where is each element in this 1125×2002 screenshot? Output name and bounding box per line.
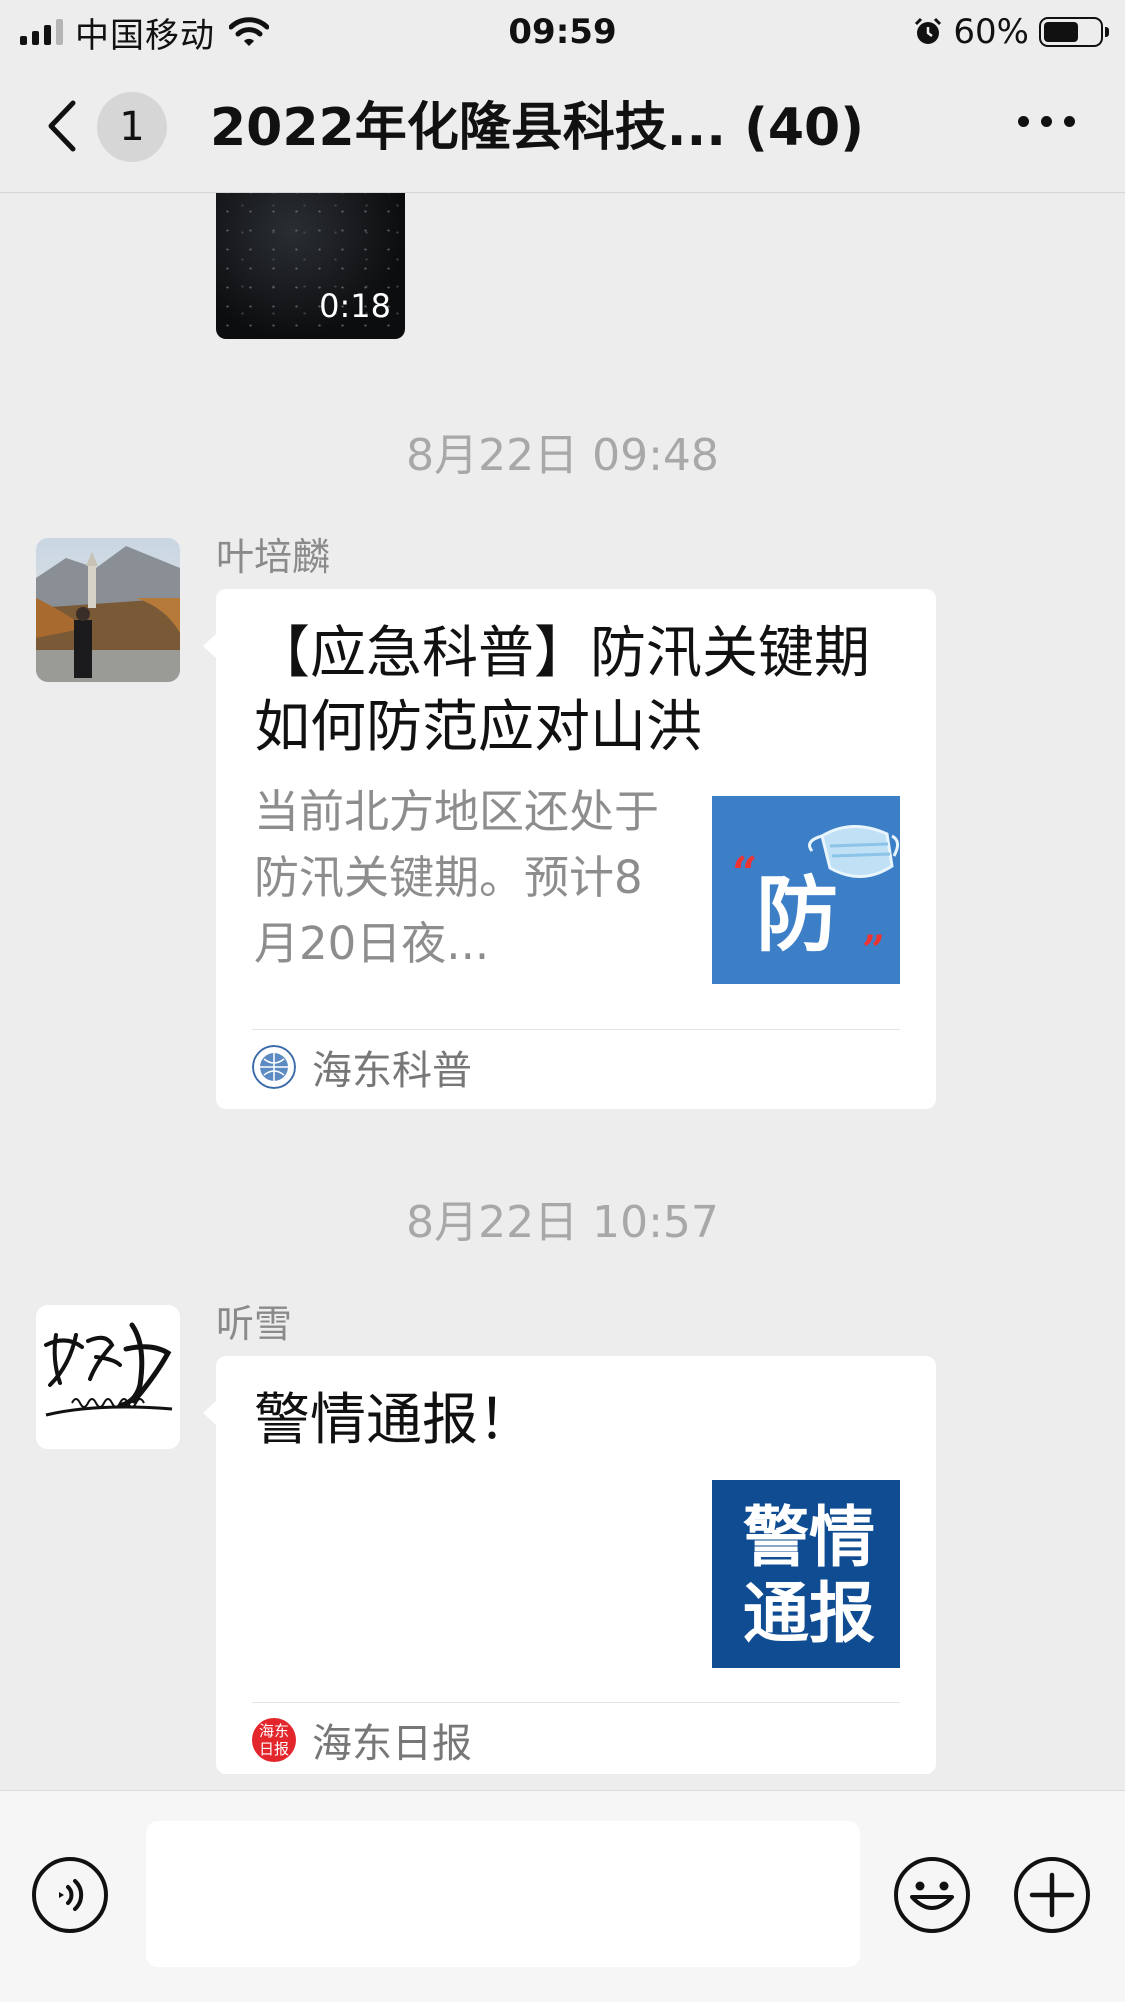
article-source: 海东日报 海东日报 (252, 1710, 472, 1770)
chat-message-list[interactable]: 0:18 8月22日 09:48 叶培麟 【应急科普】防汛关键期如何防范应对山洪… (0, 193, 1125, 1790)
source-logo-icon: 海东日报 (252, 1718, 296, 1762)
plus-button[interactable] (1014, 1857, 1090, 1933)
signal-icon (20, 19, 63, 45)
source-logo-icon (252, 1045, 296, 1089)
article-description: 当前北方地区还处于防汛关键期。预计8月20日夜... (254, 785, 660, 970)
wifi-icon (229, 17, 269, 46)
carrier-name: 中国移动 (75, 15, 215, 56)
alarm-icon (915, 17, 942, 44)
article-card[interactable]: 警情通报！ 警情 通报 海东日报 海东日报 (203, 1356, 936, 1774)
source-name: 海东日报 (312, 1721, 472, 1767)
battery-percent: 60% (953, 12, 1029, 52)
message-timestamp: 8月22日 10:57 (406, 1197, 719, 1248)
article-source: 海东科普 (252, 1037, 472, 1097)
video-duration: 0:18 (319, 287, 391, 325)
card-divider (252, 1702, 900, 1703)
more-dots-icon (1018, 116, 1029, 127)
article-thumbnail: “ ” 防 (712, 796, 900, 984)
more-button[interactable] (1018, 116, 1075, 127)
article-title: 【应急科普】防汛关键期如何防范应对山洪 (254, 621, 870, 760)
chevron-left-icon (48, 100, 76, 152)
battery-level (1044, 22, 1078, 42)
input-bar (0, 1790, 1125, 2002)
avatar[interactable] (36, 1305, 180, 1449)
source-name: 海东科普 (312, 1048, 472, 1094)
emoji-button[interactable] (894, 1857, 970, 1933)
source-logo-text: 海东日报 (258, 1722, 289, 1758)
message-input[interactable] (146, 1821, 860, 1967)
thumbnail-text: 防 (756, 868, 839, 963)
battery-icon (1039, 17, 1109, 47)
chat-title: 2022年化隆县科技... (40) (210, 98, 864, 158)
video-message[interactable]: 0:18 (216, 193, 405, 339)
status-bar: 中国移动 09:59 60% (0, 0, 1125, 64)
plus-icon (1029, 1872, 1075, 1918)
sender-name: 听雪 (216, 1302, 293, 1346)
card-divider (252, 1029, 900, 1030)
unread-count-badge[interactable]: 1 (97, 92, 167, 162)
back-button[interactable] (40, 94, 84, 158)
svg-text:”: ” (862, 927, 885, 974)
voice-icon (59, 1879, 84, 1911)
article-title: 警情通报！ (254, 1388, 534, 1453)
avatar[interactable] (36, 538, 180, 682)
calligraphy-avatar (36, 1305, 180, 1449)
thumbnail-text-line1: 警情 (743, 1499, 875, 1576)
nav-bar: 1 2022年化隆县科技... (40) (0, 64, 1125, 193)
avatar-photo (36, 538, 180, 682)
emoji-icon (910, 1881, 954, 1910)
svg-text:“: “ (732, 848, 757, 899)
voice-button[interactable] (32, 1857, 108, 1933)
sender-name: 叶培麟 (216, 535, 331, 579)
article-thumbnail: 警情 通报 (712, 1480, 900, 1668)
thumbnail-text-line2: 通报 (743, 1575, 875, 1652)
message-timestamp: 8月22日 09:48 (406, 430, 719, 481)
article-card[interactable]: 【应急科普】防汛关键期如何防范应对山洪 当前北方地区还处于防汛关键期。预计8月2… (203, 589, 936, 1109)
